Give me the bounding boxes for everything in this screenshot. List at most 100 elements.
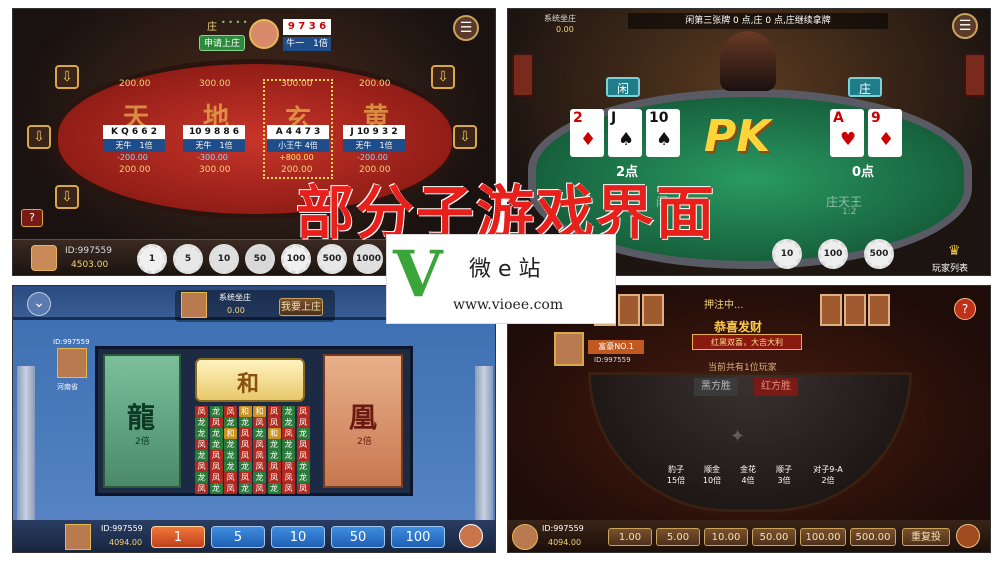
seat-bet-bottom: 300.00 (199, 165, 231, 175)
players-icon[interactable] (459, 524, 483, 548)
phoenix-bet-zone[interactable]: 凰 2倍 (323, 354, 403, 488)
apply-banker-button[interactable]: 申请上庄 (199, 35, 245, 51)
menu-button[interactable]: ☰ (453, 15, 479, 41)
pillar-right (475, 366, 493, 536)
banker-area: 庄 • • • • 申请上庄 9 7 3 6 5 牛一 1倍 (191, 17, 331, 57)
arrow-down-icon[interactable]: ⇩ (27, 125, 51, 149)
history-cell: 龙 (224, 461, 237, 472)
odds-item[interactable]: 金花 4倍 (730, 464, 766, 486)
history-cell: 凤 (267, 461, 281, 472)
history-cell: 凤 (224, 472, 237, 483)
seat-xuan[interactable]: 300.00 玄 A 4 4 7 3 小王牛 4倍 +800.00 200.00 (263, 79, 333, 179)
bet-chip[interactable]: 50 (331, 526, 385, 548)
player-list-button[interactable]: ♛ 玩家列表 (930, 243, 984, 274)
repeat-bet-button[interactable]: 重复投 (902, 528, 950, 546)
collapse-button[interactable]: ⌄ (27, 292, 51, 316)
banker-result: 牛一 1倍 (283, 37, 331, 51)
bet-chip[interactable]: 5 (173, 244, 203, 274)
bet-chip[interactable]: 10 (209, 244, 239, 274)
bet-chip[interactable]: 1 (151, 526, 205, 548)
history-cell: 凤 (195, 483, 208, 494)
arrow-down-icon[interactable]: ⇩ (55, 65, 79, 89)
arrow-down-icon[interactable]: ⇩ (431, 65, 455, 89)
arrow-down-icon[interactable]: ⇩ (453, 125, 477, 149)
bet-chip[interactable]: 100 (391, 526, 445, 548)
history-cell: 龙 (195, 428, 208, 439)
odds-mult: 4倍 (741, 476, 755, 485)
history-cell: 龙 (282, 439, 295, 450)
bet-chip[interactable]: 50 (245, 244, 275, 274)
odds-item[interactable]: 顺金 10倍 (694, 464, 730, 486)
history-cell: 龙 (209, 406, 223, 417)
red-win-zone[interactable]: 红方胜 (754, 378, 798, 396)
odds-mult: 2倍 (821, 476, 835, 485)
bet-chip[interactable]: 500 (317, 244, 347, 274)
history-cell: 龙 (296, 472, 310, 483)
bet-chip[interactable]: 100.00 (800, 528, 846, 546)
history-cell: 凤 (296, 483, 310, 494)
seat-huang[interactable]: 200.00 黄 J 10 9 3 2 无牛 1倍 -200.00 200.00 (343, 79, 413, 179)
odds-name: 豹子 (668, 465, 684, 474)
tie-bet-zone[interactable]: 和 (195, 358, 305, 402)
history-cell: 龙 (267, 439, 281, 450)
bet-chip[interactable]: 500.00 (850, 528, 896, 546)
bet-chip[interactable]: 1.00 (608, 528, 652, 546)
card-suit: ♠ (618, 129, 635, 150)
banker-card: A ♥ (830, 109, 864, 157)
bet-chip[interactable]: 500 (864, 239, 894, 269)
history-cell: 凤 (195, 461, 208, 472)
bet-chip[interactable]: 50.00 (752, 528, 796, 546)
menu-button[interactable]: ☰ (952, 13, 978, 39)
history-cell: 凤 (209, 450, 223, 461)
history-cell: 龙 (195, 450, 208, 461)
bet-chip[interactable]: 5.00 (656, 528, 700, 546)
dragon-phoenix-game-panel: ⌄ 系统坐庄 0.00 我要上庄 ID:997559 河南省 龍 2倍 和 凤龙… (12, 285, 496, 553)
card-back (844, 294, 866, 326)
seat-cards: K Q 6 6 2 (103, 125, 165, 139)
bet-chip[interactable]: 1 (137, 244, 167, 274)
history-cell: 凤 (253, 450, 266, 461)
arrow-down-icon[interactable]: ⇩ (55, 185, 79, 209)
brand-name: 微 e 站 (469, 257, 541, 282)
player-balance: 4094.00 (548, 538, 582, 547)
avatar (57, 348, 87, 378)
dealer-avatar (720, 31, 776, 91)
bet-chip[interactable]: 100 (281, 244, 311, 274)
players-icon[interactable] (956, 524, 980, 548)
red-black-game-panel: 押注中... ? 恭喜发财 红黑双喜，大吉大利 富豪NO.1 ID:997559… (507, 285, 991, 553)
bet-chip[interactable]: 5 (211, 526, 265, 548)
seat-bet-bottom: 200.00 (119, 165, 151, 175)
history-cell: 凤 (253, 461, 266, 472)
seat-tian[interactable]: 200.00 天 K Q 6 6 2 无牛 1倍 -200.00 200.00 (103, 79, 173, 179)
bottom-bar: ID:997559 4094.00 1 5 10 50 100 (13, 520, 495, 552)
bet-chip[interactable]: 10 (271, 526, 325, 548)
left-player-seat: ID:997559 河南省 (53, 338, 93, 394)
player-id: ID:997559 (101, 524, 143, 533)
player-balance: 4094.00 (109, 538, 143, 547)
card-back (820, 294, 842, 326)
pk-logo: PK (704, 111, 771, 162)
seat-di[interactable]: 300.00 地 10 9 8 8 6 无牛 1倍 -300.00 300.00 (183, 79, 253, 179)
odds-item[interactable]: 豹子 15倍 (658, 464, 694, 486)
bet-chip[interactable]: 100 (818, 239, 848, 269)
banker-balance: 0.00 (227, 306, 245, 315)
dragon-bet-zone[interactable]: 龍 2倍 (103, 354, 181, 488)
odds-item[interactable]: 对子9-A 2倍 (802, 464, 854, 486)
help-button[interactable]: ? (21, 209, 43, 227)
bet-chip[interactable]: 10.00 (704, 528, 748, 546)
brand-url: www.vioee.com (453, 297, 564, 313)
want-banker-button[interactable]: 我要上庄 (279, 298, 323, 316)
history-cell: 龙 (209, 483, 223, 494)
round-status: 押注中... (704, 300, 744, 311)
history-cell: 凤 (282, 428, 295, 439)
black-win-zone[interactable]: 黑方胜 (694, 378, 738, 396)
odds-name: 顺子 (776, 465, 792, 474)
player-card: J ♠ (608, 109, 642, 157)
seat-bet-bottom: 200.00 (281, 165, 313, 175)
card-suit: ♦ (580, 129, 597, 150)
bet-chip[interactable]: 1000 (353, 244, 383, 274)
odds-item[interactable]: 顺子 3倍 (766, 464, 802, 486)
help-button[interactable]: ? (954, 298, 976, 320)
history-cell: 凤 (253, 483, 266, 494)
tie-label: 和 (237, 372, 260, 397)
